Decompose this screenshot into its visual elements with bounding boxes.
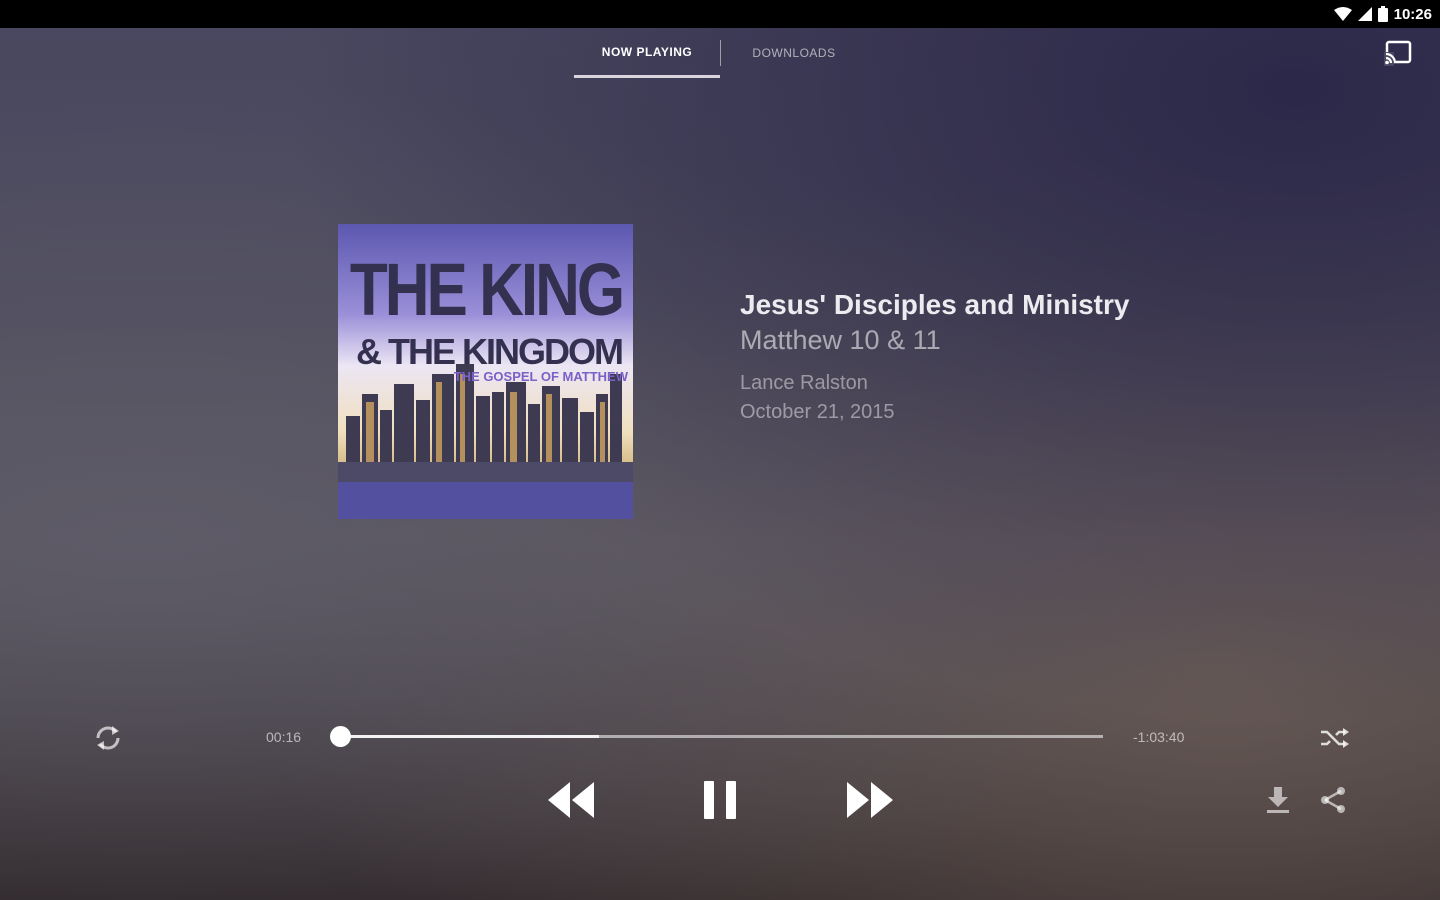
seek-bar[interactable] <box>330 726 1103 747</box>
cast-icon[interactable] <box>1384 40 1412 66</box>
tab-downloads[interactable]: DOWNLOADS <box>721 28 867 78</box>
fast-forward-icon[interactable] <box>843 778 897 822</box>
status-time: 10:26 <box>1393 5 1432 23</box>
share-icon[interactable] <box>1318 785 1348 815</box>
track-info: Jesus' Disciples and Ministry Matthew 10… <box>740 288 1160 424</box>
tab-now-playing[interactable]: NOW PLAYING <box>574 28 720 78</box>
battery-icon <box>1377 6 1388 22</box>
status-bar: 10:26 <box>0 0 1440 28</box>
seek-buffer <box>340 735 600 738</box>
track-passage: Matthew 10 & 11 <box>740 325 941 355</box>
cell-signal-icon <box>1357 7 1372 21</box>
download-icon[interactable] <box>1264 785 1292 815</box>
seek-thumb[interactable] <box>330 726 351 747</box>
album-art: THE KING & THE KINGDOM THE GOSPEL OF MAT… <box>338 224 633 519</box>
elapsed-time: 00:16 <box>266 729 302 745</box>
album-art-title: THE KING <box>349 249 625 332</box>
track-date: October 21, 2015 <box>740 401 895 423</box>
album-art-subtitle: & THE KINGDOM <box>356 331 624 372</box>
wifi-icon <box>1333 7 1352 21</box>
pause-icon[interactable] <box>700 778 740 822</box>
shuffle-icon[interactable] <box>1318 722 1350 754</box>
track-title: Jesus' Disciples and Ministry <box>740 289 1130 320</box>
repeat-icon[interactable] <box>92 722 124 754</box>
album-art-tagline: THE GOSPEL OF MATTHEW <box>453 369 628 384</box>
tab-bar: NOW PLAYING DOWNLOADS <box>574 28 867 78</box>
transport-controls <box>0 778 1440 822</box>
rewind-icon[interactable] <box>544 778 598 822</box>
track-speaker: Lance Ralston <box>740 372 868 394</box>
status-indicators: 10:26 <box>1333 0 1432 28</box>
remaining-time: -1:03:40 <box>1133 729 1185 745</box>
